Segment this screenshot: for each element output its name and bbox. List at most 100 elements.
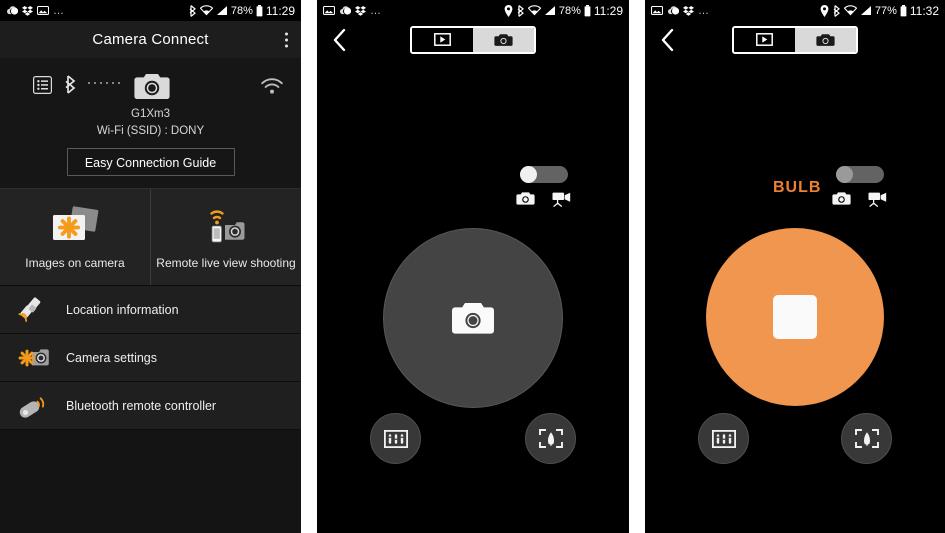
dropbox-icon: [683, 5, 694, 16]
easy-connection-guide-button[interactable]: Easy Connection Guide: [66, 148, 235, 176]
row-label: Bluetooth remote controller: [66, 398, 217, 413]
status-bar-notifications: …: [650, 5, 820, 17]
focus-landscape-icon: [854, 429, 879, 448]
movie-camera-icon: [868, 191, 888, 207]
photos-stack-icon: [48, 204, 102, 250]
mode-segmented-control[interactable]: [410, 25, 536, 54]
row-location-information[interactable]: Location information: [0, 286, 301, 334]
row-camera-settings[interactable]: Camera settings: [0, 334, 301, 382]
shutter-button[interactable]: [383, 228, 563, 408]
satellite-icon: [18, 295, 66, 325]
page-title: Camera Connect: [92, 31, 209, 48]
bluetooth-icon: [188, 4, 197, 17]
camera-icon: [516, 191, 535, 207]
dropbox-icon: [355, 5, 366, 16]
focus-mode-button[interactable]: [841, 413, 892, 464]
row-label: Location information: [66, 302, 179, 317]
still-movie-toggle[interactable]: [520, 166, 568, 183]
toggle-knob: [520, 166, 537, 183]
row-bluetooth-remote-controller[interactable]: Bluetooth remote controller: [0, 382, 301, 430]
bulb-mode-label: BULB: [773, 179, 822, 196]
location-pin-icon: [504, 4, 513, 17]
battery-icon: [584, 4, 591, 17]
wifi-icon: [261, 78, 283, 95]
weather-icon: [6, 5, 19, 16]
connection-status-panel: G1Xm3 Wi-Fi (SSID) : DONY Easy Connectio…: [0, 58, 301, 189]
camera-name-label: G1Xm3: [131, 108, 170, 120]
weather-icon: [667, 5, 680, 16]
camera-icon: [494, 33, 513, 46]
status-overflow-dots: …: [370, 4, 382, 17]
gallery-icon: [322, 5, 336, 16]
toggle-mode-icons: [511, 191, 577, 207]
camera-gear-icon: [18, 344, 66, 372]
camera-icon: [832, 191, 851, 207]
exposure-settings-button[interactable]: [698, 413, 749, 464]
feature-tiles: Images on camera Remote live view shooti…: [0, 189, 301, 286]
focus-mode-button[interactable]: [525, 413, 576, 464]
remote-camera-icon: [201, 204, 251, 250]
three-phone-screenshots: … 78% 11:29 Camera Connect G1Xm3 Wi-Fi (…: [0, 0, 945, 533]
segment-playback[interactable]: [734, 27, 795, 52]
dropbox-icon: [22, 5, 33, 16]
gallery-icon: [650, 5, 664, 16]
status-bar-home: … 78% 11:29: [0, 0, 301, 21]
clock-label: 11:29: [265, 3, 295, 18]
segment-shooting[interactable]: [473, 27, 534, 52]
clock-label: 11:32: [909, 3, 939, 18]
still-movie-toggle[interactable]: [836, 166, 884, 183]
mode-segmented-control[interactable]: [732, 25, 858, 54]
segment-shooting[interactable]: [795, 27, 856, 52]
status-bar-liveview-idle: … 78% 11:29: [317, 0, 629, 21]
segment-playback[interactable]: [412, 27, 473, 52]
shutter-button[interactable]: [706, 228, 884, 406]
signal-icon: [544, 5, 556, 16]
wifi-icon: [843, 5, 858, 16]
connection-icon-row: [0, 66, 301, 106]
wifi-ssid-label: Wi-Fi (SSID) : DONY: [96, 125, 205, 137]
toggle-knob: [836, 166, 853, 183]
toggle-mode-icons: [827, 191, 893, 207]
tile-label: Remote live view shooting: [156, 256, 296, 270]
app-title-bar: Camera Connect: [0, 21, 301, 58]
location-pin-icon: [820, 4, 829, 17]
exposure-settings-button[interactable]: [370, 413, 421, 464]
clock-label: 11:29: [593, 3, 623, 18]
status-bar-notifications: …: [322, 4, 504, 17]
camera-icon: [134, 73, 170, 100]
connection-dots-icon: [88, 82, 120, 84]
camera-icon: [451, 301, 495, 335]
weather-icon: [339, 5, 352, 16]
status-bar-system: 78% 11:29: [188, 4, 295, 18]
bluetooth-icon: [64, 75, 77, 94]
wifi-icon: [199, 5, 214, 16]
video-playback-icon: [434, 33, 451, 46]
overflow-menu-icon[interactable]: [285, 32, 289, 47]
liveview-top-bar: [645, 21, 945, 58]
liveview-body-idle: [317, 21, 629, 533]
back-chevron-icon[interactable]: [333, 28, 347, 51]
bluetooth-icon: [516, 4, 525, 17]
phone-screen-home: … 78% 11:29 Camera Connect G1Xm3 Wi-Fi (…: [0, 0, 301, 533]
phone-screen-liveview-bulb: … 77% 11:32 BULB: [645, 0, 945, 533]
signal-icon: [860, 5, 872, 16]
tile-images-on-camera[interactable]: Images on camera: [0, 189, 150, 285]
empty-area: [0, 430, 301, 533]
tile-remote-live-view-shooting[interactable]: Remote live view shooting: [150, 189, 301, 285]
focus-landscape-icon: [538, 429, 563, 448]
battery-percent-label: 77%: [874, 4, 897, 17]
tile-label: Images on camera: [25, 256, 125, 270]
stop-square-icon: [773, 295, 817, 339]
exposure-bars-icon: [711, 429, 736, 448]
status-bar-liveview-bulb: … 77% 11:32: [645, 0, 945, 21]
bluetooth-remote-icon: [18, 391, 66, 421]
wifi-icon: [527, 5, 542, 16]
video-playback-icon: [756, 33, 773, 46]
battery-icon: [900, 4, 907, 17]
status-bar-system: 77% 11:32: [820, 4, 939, 18]
liveview-top-bar: [317, 21, 629, 58]
back-chevron-icon[interactable]: [661, 28, 675, 51]
signal-icon: [216, 5, 228, 16]
status-overflow-dots: …: [53, 4, 65, 17]
list-icon: [33, 76, 52, 94]
